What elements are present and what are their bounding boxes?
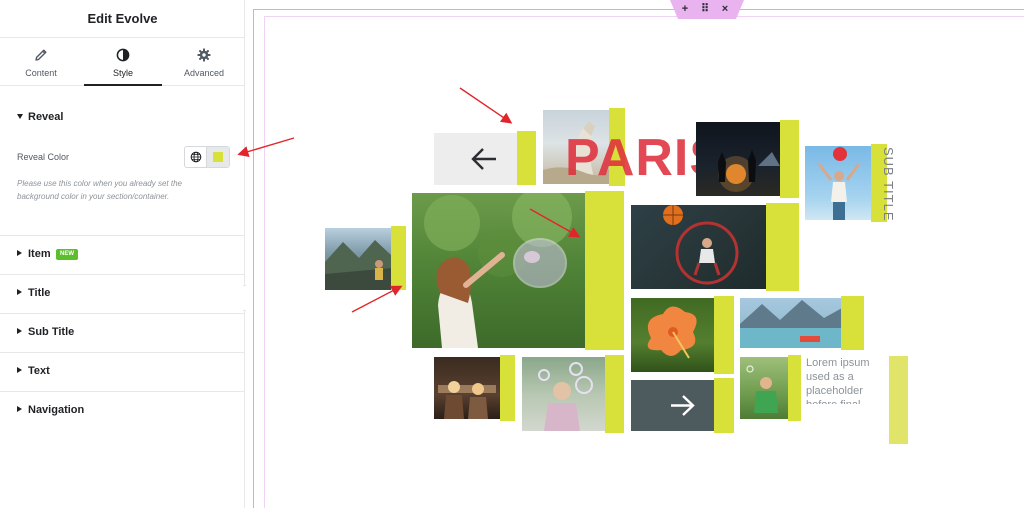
reveal-bar [605, 355, 624, 433]
section-item-label: Item [28, 248, 51, 260]
section-reveal-label: Reveal [28, 111, 64, 123]
drag-handle-icon[interactable]: ⠿ [696, 2, 714, 17]
reveal-bar [391, 226, 406, 290]
reveal-color-label: Reveal Color [17, 152, 70, 162]
flower-photo[interactable] [631, 298, 714, 372]
section-subtitle-label: Sub Title [28, 326, 75, 338]
section-text-label: Text [28, 365, 50, 377]
child-garden-photo[interactable] [740, 357, 788, 419]
pencil-icon [35, 49, 47, 61]
reveal-bar [766, 203, 799, 291]
basketball-image [663, 205, 739, 285]
campfire-image [718, 150, 780, 192]
bubbles-child-image [538, 362, 593, 431]
reveal-help-text: Please use this color when you already s… [17, 179, 182, 201]
reveal-bar [500, 355, 515, 421]
reveal-bar [780, 120, 799, 198]
section-title-toggle[interactable]: Title [0, 275, 245, 313]
half-circle-icon [116, 48, 130, 62]
reveal-bar [517, 131, 536, 185]
reveal-color-picker[interactable] [207, 147, 229, 167]
gallery-text: Lorem ipsum used as a placeholder before… [806, 357, 870, 404]
basketball-photo[interactable] [631, 205, 767, 289]
gear-icon [197, 48, 211, 62]
prev-arrow-button[interactable] [434, 133, 518, 185]
tab-style-label: Style [112, 68, 133, 78]
new-badge: NEW [56, 249, 78, 260]
delete-section-button[interactable]: × [716, 2, 734, 17]
tab-content[interactable]: Content [0, 38, 82, 86]
bubble-girl-photo[interactable] [412, 193, 585, 348]
section-subtitle-toggle[interactable]: Sub Title [0, 314, 245, 352]
campers-photo[interactable] [434, 357, 500, 419]
campfire-photo[interactable] [696, 122, 780, 196]
caret-right-icon [17, 250, 22, 256]
editor-panel: Edit Evolve Content Style Advanced Revea… [0, 0, 245, 508]
globe-icon [190, 151, 202, 163]
section-item-toggle[interactable]: Item NEW [0, 236, 245, 274]
mountain-image [325, 240, 392, 290]
reveal-bar [889, 356, 908, 444]
bubble-girl-image [424, 193, 572, 348]
next-arrow-button[interactable] [631, 380, 714, 431]
campers-image [438, 381, 496, 419]
bubbles-child-photo[interactable] [522, 357, 605, 431]
balloon-girl-photo[interactable] [805, 146, 873, 220]
section-text-toggle[interactable]: Text [0, 353, 245, 391]
mountain-photo[interactable] [325, 228, 392, 290]
section-navigation-toggle[interactable]: Navigation [0, 392, 245, 430]
caret-right-icon [17, 328, 22, 334]
tab-advanced-label: Advanced [183, 68, 225, 78]
reveal-color-control [184, 146, 230, 168]
section-toolbar: + ⠿ × [670, 0, 744, 19]
panel-tabs: Content Style Advanced [0, 38, 245, 86]
reveal-bar [714, 296, 734, 374]
sub-title-text: SUB TITLE [881, 147, 896, 222]
caret-right-icon [17, 289, 22, 295]
global-colors-button[interactable] [185, 147, 207, 167]
section-navigation-label: Navigation [28, 404, 85, 416]
reveal-bar [585, 191, 624, 350]
color-swatch [213, 152, 223, 162]
child-garden-image [746, 365, 778, 413]
gallery-sub-title: SUB TITLE [881, 147, 914, 227]
lake-image [740, 300, 842, 348]
tab-style[interactable]: Style [82, 38, 164, 86]
arrow-left-icon [471, 148, 496, 170]
reveal-bar [788, 355, 801, 421]
tab-advanced[interactable]: Advanced [163, 38, 245, 86]
caret-right-icon [17, 367, 22, 373]
lake-photo[interactable] [740, 298, 842, 348]
reveal-bar [841, 296, 864, 350]
flower-image [647, 306, 697, 359]
section-title-label: Title [28, 287, 51, 299]
panel-title: Edit Evolve [0, 0, 245, 38]
section-reveal-toggle[interactable]: Reveal [0, 99, 245, 137]
tab-content-label: Content [25, 68, 57, 78]
reveal-bar [714, 378, 734, 433]
caret-down-icon [17, 114, 23, 119]
balloon-girl-image [817, 147, 861, 220]
arrow-right-icon [671, 395, 695, 416]
add-section-button[interactable]: + [676, 2, 694, 17]
caret-right-icon [17, 406, 22, 412]
